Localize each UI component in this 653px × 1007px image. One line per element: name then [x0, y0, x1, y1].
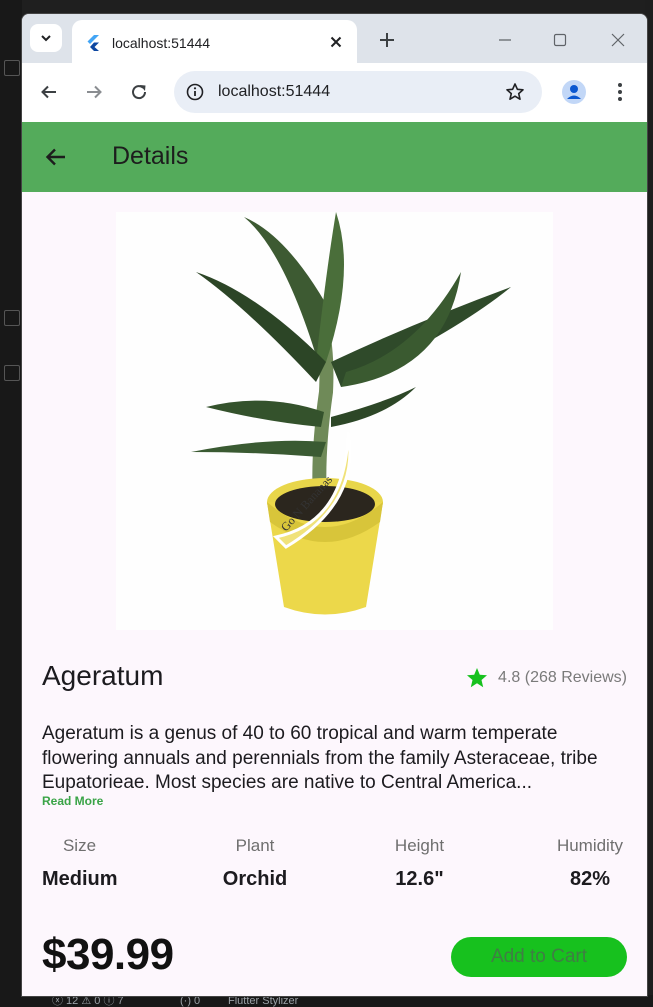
product-price: $39.99	[42, 930, 174, 979]
maximize-icon	[553, 33, 567, 47]
page-title: Details	[112, 142, 189, 170]
ide-extension-icon	[4, 365, 20, 381]
spec-value: 82%	[569, 868, 611, 890]
product-rating: 4.8 (268 Reviews)	[466, 667, 627, 689]
minimize-button[interactable]	[491, 26, 519, 54]
person-icon	[562, 80, 586, 104]
product-name: Ageratum	[42, 660, 164, 691]
spec-label: Plant	[235, 836, 275, 855]
reload-icon	[132, 85, 147, 100]
add-to-cart-button[interactable]: Add to Cart	[451, 937, 627, 977]
arrow-left-icon	[45, 148, 65, 166]
navigation-bar: localhost:51444	[22, 63, 647, 122]
chevron-down-icon	[41, 35, 51, 42]
app-bar: Details	[22, 122, 647, 192]
url-text[interactable]: localhost:51444	[218, 83, 330, 101]
reload-button[interactable]	[124, 77, 154, 107]
star-icon	[467, 668, 488, 688]
spec-humidity: Humidity 82%	[547, 836, 633, 891]
tab-title: localhost:51444	[112, 35, 211, 51]
tab-close-button[interactable]	[323, 29, 349, 55]
arrow-left-icon	[41, 85, 56, 99]
maximize-button[interactable]	[546, 26, 574, 54]
ide-explorer-icon	[4, 60, 20, 76]
spec-height: Height 12.6"	[382, 836, 457, 891]
tab-search-button[interactable]	[30, 24, 62, 52]
arrow-right-icon	[87, 85, 102, 99]
spec-plant: Plant Orchid	[215, 836, 295, 891]
close-icon	[330, 36, 342, 48]
star-outline-icon	[506, 83, 524, 100]
browser-menu-button[interactable]	[605, 77, 635, 107]
plus-icon	[380, 33, 394, 47]
spec-value: Medium	[42, 868, 118, 890]
kebab-menu-icon	[618, 83, 622, 101]
ide-extension-icon	[4, 310, 20, 326]
banana-plant-illustration: Go N Bananas	[191, 212, 511, 615]
flutter-logo-icon	[87, 35, 99, 51]
app-viewport: Details Go N Bananas Ageratum 4.8 (268 R…	[22, 122, 647, 996]
product-description: Ageratum is a genus of 40 to 60 tropical…	[42, 723, 598, 793]
browser-tab[interactable]: localhost:51444	[72, 20, 357, 63]
spec-value: 12.6"	[395, 868, 444, 890]
info-icon	[186, 83, 204, 101]
back-button[interactable]	[34, 77, 64, 107]
spec-label: Height	[394, 836, 445, 855]
spec-size: Size Medium	[42, 836, 118, 891]
bookmark-button[interactable]	[502, 79, 528, 105]
address-bar[interactable]: localhost:51444	[174, 71, 542, 113]
tab-strip: localhost:51444	[22, 14, 647, 63]
close-icon	[611, 33, 625, 47]
minimize-icon	[499, 39, 511, 41]
rating-text: 4.8 (268 Reviews)	[498, 669, 627, 686]
app-back-button[interactable]	[40, 141, 72, 173]
spec-label: Humidity	[556, 836, 624, 855]
ide-activity-bar	[0, 0, 22, 1007]
spec-value: Orchid	[222, 868, 288, 890]
product-image: Go N Bananas	[116, 212, 553, 630]
close-window-button[interactable]	[604, 26, 632, 54]
forward-button[interactable]	[79, 77, 109, 107]
new-tab-button[interactable]	[373, 26, 401, 54]
browser-window: localhost:51444 localhost:51444 Details …	[21, 13, 648, 997]
profile-button[interactable]	[559, 77, 589, 107]
read-more-link[interactable]: Read More	[42, 794, 103, 808]
site-info-button[interactable]	[182, 79, 208, 105]
spec-label: Size	[62, 836, 97, 855]
